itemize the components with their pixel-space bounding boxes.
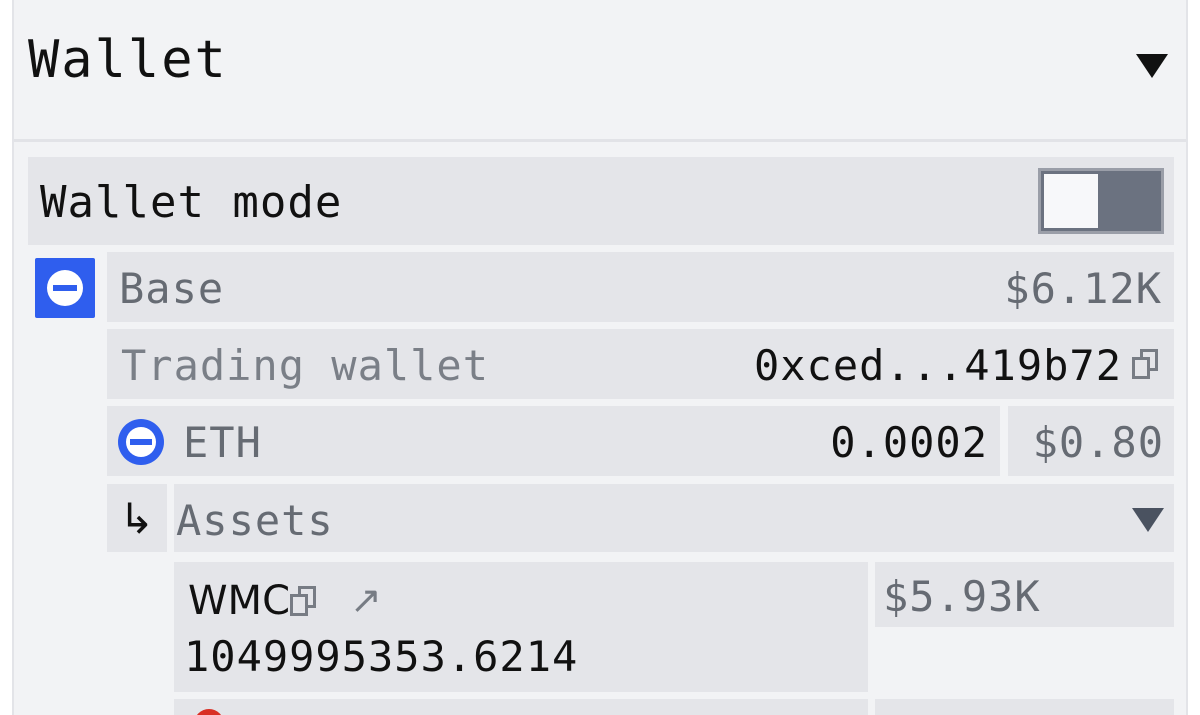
assets-header[interactable]: Assets [174, 484, 1174, 552]
native-usd-cell: $0.80 [1008, 406, 1174, 476]
asset-item[interactable] [174, 699, 868, 715]
wallet-mode-label: Wallet mode [40, 177, 343, 228]
asset-symbol: WMC [188, 578, 290, 624]
return-arrow-icon: ↳ [119, 494, 155, 543]
native-usd-value: $0.80 [1032, 418, 1164, 467]
assets-label: Assets [176, 496, 334, 545]
token-icon [194, 709, 224, 715]
toggle-knob [1044, 174, 1098, 228]
chain-name: Base [119, 264, 225, 313]
trading-wallet-row: Trading wallet 0xced...419b72 [107, 329, 1174, 399]
wallet-mode-row: Wallet mode [28, 157, 1174, 245]
native-amount: 0.0002 [830, 418, 988, 467]
trading-wallet-label: Trading wallet [121, 341, 490, 390]
native-balance-row: ETH 0.0002 [107, 406, 1000, 476]
external-link-icon[interactable]: ↗ [350, 578, 382, 622]
caret-down-icon[interactable] [1132, 508, 1164, 532]
asset-usd-cell [875, 699, 1174, 715]
asset-amount: 1049995353.6214 [184, 632, 579, 681]
wallet-mode-toggle[interactable] [1038, 168, 1164, 234]
copy-icon[interactable] [290, 586, 316, 616]
eth-chain-icon [118, 419, 164, 465]
native-symbol: ETH [183, 418, 262, 467]
assets-indent-arrow: ↳ [107, 484, 167, 552]
wallet-panel: Wallet Wallet mode Base $6.12K Trading w… [12, 0, 1188, 715]
section-title: Wallet [28, 30, 228, 90]
asset-item[interactable]: WMC ↗ 1049995353.6214 [174, 562, 868, 692]
base-chain-icon [35, 258, 95, 318]
asset-usd-value: $5.93K [883, 572, 1041, 621]
chain-total-value: $6.12K [1004, 264, 1162, 313]
caret-down-icon[interactable] [1136, 54, 1168, 78]
asset-usd-cell: $5.93K [875, 562, 1174, 627]
wallet-section-header[interactable]: Wallet [14, 0, 1186, 142]
chain-row[interactable]: Base $6.12K [107, 252, 1174, 322]
wallet-address: 0xced...419b72 [753, 341, 1122, 390]
copy-icon[interactable] [1132, 349, 1158, 379]
